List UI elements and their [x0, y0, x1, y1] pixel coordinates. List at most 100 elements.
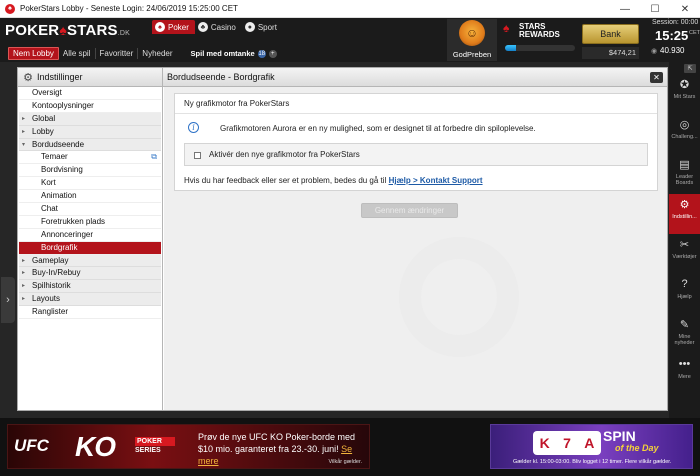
- sidebar-item-gameplay[interactable]: ▸ Gameplay: [19, 254, 161, 268]
- tab-sport[interactable]: ● Sport: [242, 20, 283, 34]
- settings-sidebar: Oversigt Kontooplysninger ▸ Global ▸ Lobby ▾ Bo…: [19, 87, 161, 320]
- feedback-prefix: Hvis du har feedback eller ser et proble…: [184, 176, 389, 185]
- expand-arrow-icon[interactable]: ▸: [22, 267, 25, 280]
- save-changes-button[interactable]: Gennem ændringer: [361, 203, 458, 218]
- responsible-gaming-link[interactable]: Spil med omtanke: [191, 49, 255, 58]
- sidebar-item-global[interactable]: ▸ Global: [19, 112, 161, 126]
- sidebar-item-label: Kort: [41, 178, 56, 188]
- rail-item-værktøjer[interactable]: ✂ Værktøjer: [669, 234, 700, 274]
- expand-arrow-icon[interactable]: ▸: [22, 126, 25, 139]
- rail-icon-5-icon: ?: [681, 278, 688, 290]
- rail-item-label: Challeng...: [671, 134, 698, 140]
- ufc-line1: Prøv de nye UFC KO Poker-borde med: [198, 432, 356, 442]
- undock-icon[interactable]: ⇱: [684, 64, 696, 73]
- close-window-button[interactable]: ✕: [670, 0, 700, 18]
- nav-nyheder[interactable]: Nyheder: [138, 48, 176, 59]
- external-window-icon[interactable]: ⧉: [151, 151, 157, 164]
- sidebar-item-buy-in-rebuy[interactable]: ▸ Buy-In/Rebuy: [19, 267, 161, 281]
- account-balance: $474,21: [582, 47, 639, 59]
- rail-icon-7-icon: •••: [678, 358, 691, 370]
- expand-arrow-icon[interactable]: ▸: [22, 255, 25, 268]
- nav-favoritter[interactable]: Favoritter: [96, 48, 139, 59]
- maximize-button[interactable]: ☐: [640, 0, 670, 18]
- slot-reel: K: [539, 435, 550, 451]
- session-info: Session: 00:00 15:25 CET ◉ 40.930: [643, 18, 700, 62]
- close-settings-button[interactable]: ✕: [650, 72, 663, 83]
- rail-item-label: Mere: [678, 374, 691, 380]
- expand-arrow-icon[interactable]: ▸: [22, 293, 25, 306]
- info-icon: i: [188, 122, 199, 133]
- sidebar-item-label: Gameplay: [32, 255, 69, 265]
- sidebar-item-label: Spilhistorik: [32, 281, 71, 291]
- support-link[interactable]: Hjælp > Kontakt Support: [389, 176, 483, 185]
- player-avatar-box[interactable]: ☺ GodPreben: [447, 19, 497, 61]
- sidebar-item-lobby[interactable]: ▸ Lobby: [19, 125, 161, 139]
- expand-arrow-icon[interactable]: ▸: [22, 113, 25, 126]
- card-divider: [175, 113, 657, 114]
- rail-item-leader-boards[interactable]: ▤ Leader Boards: [669, 154, 700, 194]
- nav-alle-spil[interactable]: Alle spil: [59, 48, 96, 59]
- sidebar-item-spilhistorik[interactable]: ▸ Spilhistorik: [19, 280, 161, 294]
- spade-icon: ♠: [59, 22, 67, 38]
- ufc-ko-banner[interactable]: UFC KO POKER SERIES Prøv de nye UFC KO P…: [7, 424, 370, 469]
- rail-item-mit-stars[interactable]: ✪ Mit Stars: [669, 74, 700, 114]
- panel-divider: [162, 68, 163, 410]
- rewards-spade-icon: ♠: [503, 21, 510, 35]
- sidebar-item-ranglister[interactable]: Ranglister: [19, 306, 161, 320]
- aurora-checkbox[interactable]: [194, 152, 201, 159]
- rewards-title-line2: REWARDS: [519, 30, 560, 39]
- page-title: Bordudseende - Bordgrafik: [167, 72, 275, 82]
- nav-nem-lobby[interactable]: Nem Lobby: [8, 47, 59, 60]
- rail-item-indstillin[interactable]: ⚙ Indstillin...: [669, 194, 700, 234]
- card-title: Ny grafikmotor fra PokerStars: [184, 99, 290, 108]
- sidebar-item-label: Kontooplysninger: [32, 100, 94, 110]
- logo-text: POKER: [5, 22, 60, 39]
- sidebar-item-label: Foretrukken plads: [41, 216, 106, 226]
- sidebar-item-temaer[interactable]: Temaer ⧉: [19, 151, 161, 165]
- aurora-checkbox-label[interactable]: Aktivér den nye grafikmotor fra PokerSta…: [209, 150, 360, 159]
- rail-item-mine-nyheder[interactable]: ✎ Mine nyheder: [669, 314, 700, 354]
- sidebar-item-animation[interactable]: Animation: [19, 190, 161, 204]
- sidebar-item-oversigt[interactable]: Oversigt: [19, 87, 161, 100]
- spin-of-the-day-banner[interactable]: K 7 A SPIN of the Day Gælder kl. 15:00-0…: [490, 424, 693, 469]
- sidebar-item-label: Buy-In/Rebuy: [32, 268, 81, 278]
- eye-icon[interactable]: ◉: [651, 47, 657, 55]
- pokerstars-logo[interactable]: POKER♠STARS.DK: [5, 22, 130, 39]
- right-rail: ⇱ ✪ Mit Stars ◎ Challeng... ▤ Leader Boards ⚙ I…: [669, 62, 700, 418]
- clock: 15:25: [655, 28, 689, 43]
- rewards-progress-bar: [505, 45, 575, 51]
- ko-logo: KO: [75, 431, 116, 462]
- tab-poker[interactable]: ♠ Poker: [152, 20, 195, 34]
- sidebar-item-kort[interactable]: Kort: [19, 177, 161, 191]
- sidebar-item-bordudseende[interactable]: ▾ Bordudseende: [19, 138, 161, 152]
- expand-arrow-icon[interactable]: ▸: [22, 280, 25, 293]
- ufc-logo: UFC: [14, 436, 49, 455]
- collapse-arrow-icon[interactable]: ▾: [22, 139, 25, 152]
- aurora-toggle-row[interactable]: Aktivér den nye grafikmotor fra PokerSta…: [184, 143, 648, 166]
- session-timer: Session: 00:00: [652, 19, 699, 26]
- minimize-button[interactable]: —: [610, 0, 640, 18]
- sidebar-item-bordvisning[interactable]: Bordvisning: [19, 164, 161, 178]
- sidebar-item-foretrukken-plads[interactable]: Foretrukken plads: [19, 216, 161, 229]
- info-text: Grafikmotoren Aurora er en ny mulighed, …: [220, 124, 536, 133]
- ufc-line2: $10 mio. garanteret fra 23.-30. juni!: [198, 444, 342, 454]
- chevron-right-icon[interactable]: ›: [1, 277, 15, 323]
- tab-casino[interactable]: ♣ Casino: [195, 20, 242, 34]
- sidebar-item-bordgrafik[interactable]: Bordgrafik: [19, 241, 161, 255]
- sidebar-item-layouts[interactable]: ▸ Layouts: [19, 293, 161, 307]
- rail-item-mere[interactable]: ••• Mere: [669, 354, 700, 394]
- sidebar-item-chat[interactable]: Chat: [19, 203, 161, 216]
- bank-button[interactable]: Bank: [582, 24, 639, 44]
- sidebar-item-label: Layouts: [32, 294, 61, 304]
- sidebar-item-kontooplysninger[interactable]: Kontooplysninger: [19, 100, 161, 113]
- slot-reel: A: [584, 435, 595, 451]
- rail-item-challeng[interactable]: ◎ Challeng...: [669, 114, 700, 154]
- sidebar-item-label: Animation: [41, 191, 77, 201]
- rail-item-hjælp[interactable]: ? Hjælp: [669, 274, 700, 314]
- rewards-title: STARS REWARDS: [519, 23, 560, 39]
- logo-suffix: .DK: [117, 30, 130, 37]
- stars-rewards-button[interactable]: ♠ STARS REWARDS: [503, 22, 575, 42]
- rail-icon-3-icon: ⚙: [679, 199, 690, 211]
- lobby-nav: Nem Lobby Alle spil Favoritter Nyheder S…: [8, 47, 277, 60]
- sidebar-item-annonceringer[interactable]: Annonceringer: [19, 229, 161, 242]
